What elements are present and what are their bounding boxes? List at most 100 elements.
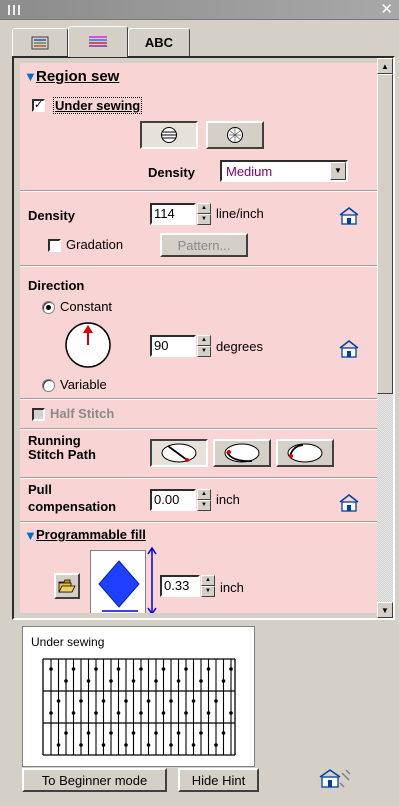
divider — [20, 428, 378, 430]
density-unit: line/inch — [216, 206, 264, 221]
density-dropdown-value: Medium — [226, 164, 273, 179]
tab-text[interactable]: ABC — [128, 28, 190, 56]
width-arrow-icon — [102, 610, 138, 612]
home-icon[interactable] — [338, 339, 360, 359]
title-bar: ✕ — [0, 0, 399, 20]
beginner-mode-button[interactable]: To Beginner mode — [22, 768, 167, 792]
half-stitch-checkbox[interactable] — [32, 408, 45, 421]
scroll-down-icon[interactable]: ▼ — [377, 602, 393, 618]
spin-down-icon[interactable]: ▼ — [197, 500, 211, 511]
half-stitch-label: Half Stitch — [50, 406, 115, 421]
stitch-path-3-button[interactable] — [276, 439, 334, 467]
hint-title: Under sewing — [31, 635, 105, 649]
under-sewing-label[interactable]: Under sewing — [53, 97, 143, 114]
color-tab-icon — [89, 36, 107, 47]
divider — [20, 190, 378, 192]
tab-stitch-settings[interactable] — [12, 28, 68, 56]
hint-panel: Under sewing — [22, 626, 255, 767]
diamond-pattern-icon — [98, 560, 140, 608]
collapse-triangle-icon[interactable]: ▼ — [24, 69, 37, 84]
stitch-path-icon — [287, 443, 323, 463]
hide-hint-button[interactable]: Hide Hint — [178, 768, 259, 792]
spin-up-icon[interactable]: ▲ — [197, 203, 211, 214]
running-stitch-label-1: Running — [28, 433, 81, 448]
settings-content: ▼ Region sew ✓ Under sewing Density Medi… — [20, 63, 378, 613]
grip-icon[interactable] — [8, 5, 20, 15]
stitch-path-icon — [224, 443, 260, 463]
divider — [20, 398, 378, 400]
collapse-triangle-icon[interactable]: ▼ — [24, 528, 37, 543]
vertical-scrollbar[interactable]: ▲ ▼ — [377, 58, 393, 618]
under-sewing-checkbox[interactable]: ✓ — [32, 99, 45, 112]
direction-input[interactable]: 90 — [150, 335, 196, 357]
parallel-stitch-icon — [161, 127, 177, 143]
divider — [20, 521, 378, 523]
direction-label: Direction — [28, 278, 85, 293]
pattern-button-label: Pattern... — [177, 237, 231, 253]
help-home-icon[interactable] — [318, 767, 352, 789]
variable-radio[interactable] — [42, 379, 55, 392]
density-input[interactable]: 114 — [150, 203, 196, 225]
open-pattern-button[interactable] — [54, 573, 80, 599]
chevron-down-icon[interactable]: ▼ — [330, 162, 346, 180]
fill-size-spinner[interactable]: ▲ ▼ — [201, 575, 215, 597]
spin-up-icon[interactable]: ▲ — [201, 575, 215, 586]
home-icon[interactable] — [338, 493, 360, 513]
running-stitch-label-2: Stitch Path — [28, 447, 96, 462]
pull-comp-label-1: Pull — [28, 482, 52, 497]
spin-down-icon[interactable]: ▼ — [201, 586, 215, 597]
constant-label: Constant — [60, 299, 113, 314]
spin-down-icon[interactable]: ▼ — [197, 346, 211, 357]
gradation-label: Gradation — [66, 237, 124, 252]
pull-comp-label-2: compensation — [28, 499, 117, 514]
divider — [20, 477, 378, 479]
pull-comp-input-value: 0.00 — [154, 492, 180, 507]
spin-down-icon[interactable]: ▼ — [197, 214, 211, 225]
programmable-fill-title[interactable]: Programmable fill — [36, 527, 146, 542]
direction-input-value: 90 — [154, 338, 169, 353]
spin-up-icon[interactable]: ▲ — [197, 335, 211, 346]
pattern-preview[interactable] — [90, 550, 146, 613]
under-sewing-density-label: Density — [148, 165, 195, 180]
tab-text-label: ABC — [144, 35, 174, 50]
density-input-value: 114 — [154, 206, 175, 221]
density-dropdown[interactable]: Medium ▼ — [220, 160, 348, 182]
home-icon[interactable] — [338, 206, 360, 226]
folder-open-icon — [58, 579, 76, 593]
cross-stitch-icon — [227, 127, 243, 143]
divider — [20, 265, 378, 267]
constant-radio[interactable] — [42, 301, 55, 314]
stitch-tab-icon — [31, 36, 49, 49]
direction-dial-icon[interactable] — [64, 321, 112, 369]
direction-unit: degrees — [216, 339, 263, 354]
fill-size-unit: inch — [220, 580, 244, 595]
pull-comp-unit: inch — [216, 492, 240, 507]
tab-sew-attributes[interactable] — [68, 26, 128, 57]
stitch-path-icon — [161, 443, 197, 463]
scroll-up-icon[interactable]: ▲ — [377, 58, 393, 74]
under-sewing-cross-button[interactable] — [206, 121, 264, 149]
pattern-button[interactable]: Pattern... — [160, 233, 248, 257]
spin-up-icon[interactable]: ▲ — [197, 489, 211, 500]
tab-strip: ABC — [12, 26, 392, 57]
height-arrow-icon — [147, 547, 157, 613]
under-sewing-preview-icon — [42, 658, 236, 756]
variable-label: Variable — [60, 377, 107, 392]
settings-panel: ▼ Region sew ✓ Under sewing Density Medi… — [12, 56, 395, 620]
density-spinner[interactable]: ▲ ▼ — [197, 203, 211, 225]
stitch-path-2-button[interactable] — [213, 439, 271, 467]
close-icon[interactable]: ✕ — [380, 1, 393, 19]
under-sewing-parallel-button[interactable] — [140, 121, 198, 149]
hide-hint-label: Hide Hint — [191, 772, 246, 788]
density-label: Density — [28, 208, 75, 223]
fill-size-input[interactable]: 0.33 — [160, 575, 200, 597]
pull-comp-input[interactable]: 0.00 — [150, 489, 196, 511]
stitch-path-1-button[interactable] — [150, 439, 208, 467]
gradation-checkbox[interactable] — [48, 239, 61, 252]
scroll-thumb[interactable] — [377, 74, 393, 394]
fill-size-input-value: 0.33 — [164, 578, 190, 593]
direction-spinner[interactable]: ▲ ▼ — [197, 335, 211, 357]
beginner-mode-label: To Beginner mode — [41, 772, 148, 788]
region-sew-title[interactable]: Region sew — [36, 68, 119, 85]
pull-comp-spinner[interactable]: ▲ ▼ — [197, 489, 211, 511]
